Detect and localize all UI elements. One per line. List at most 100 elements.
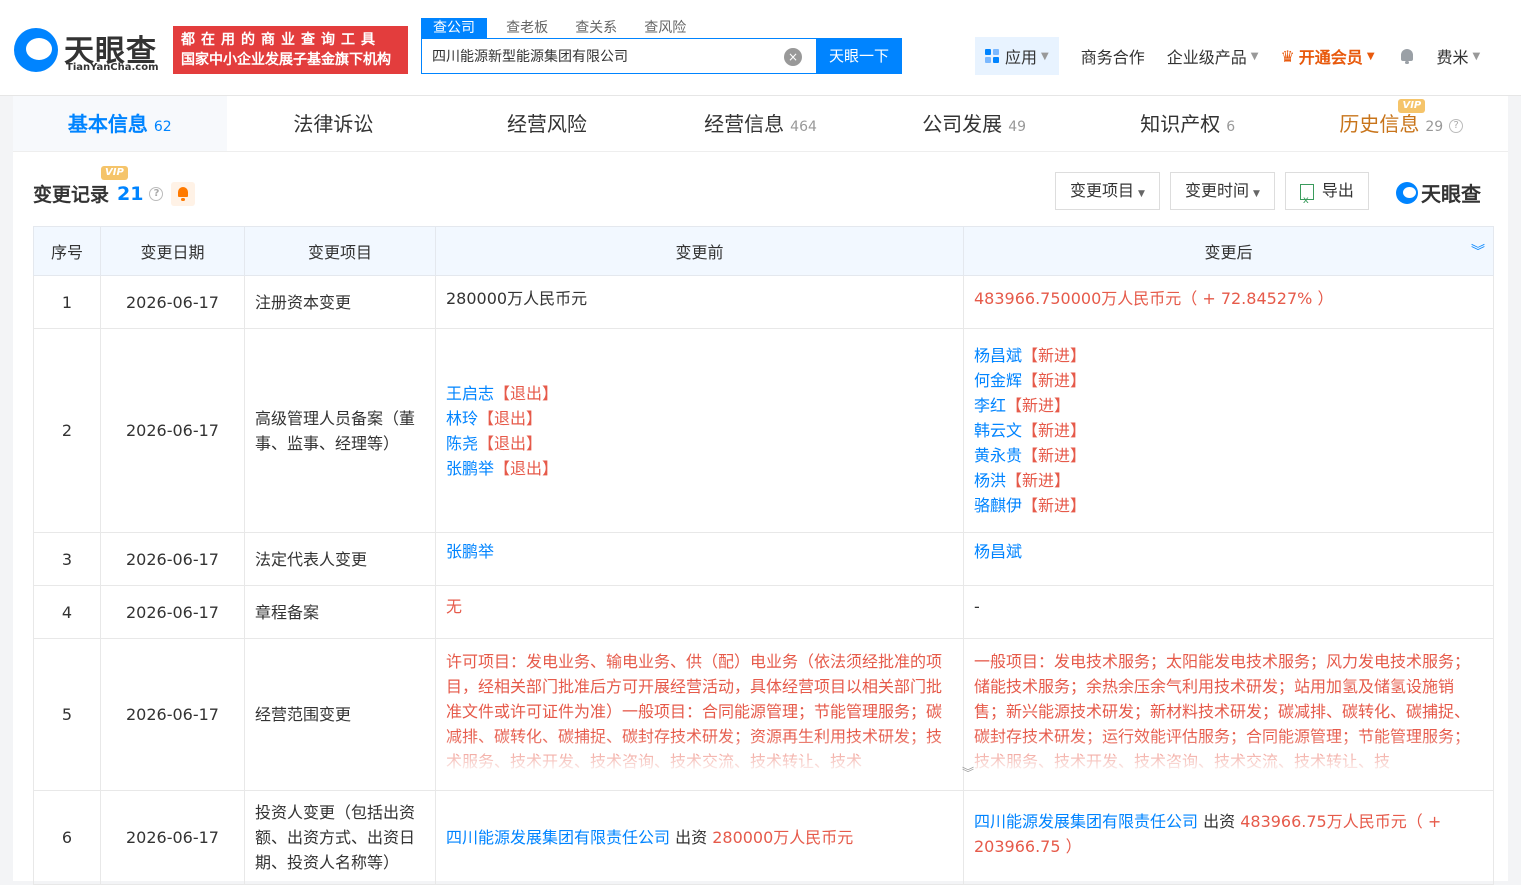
row-item: 注册资本变更 xyxy=(244,275,436,329)
person-entry: 陈尧【退出】 xyxy=(446,431,953,456)
person-link[interactable]: 王启志 xyxy=(446,384,494,403)
slogan-line-1: 都在用的商业查询工具 xyxy=(181,32,381,48)
row-no: 2 xyxy=(33,328,101,533)
tab-basic-info[interactable]: 基本信息 62 xyxy=(13,96,227,151)
user-menu[interactable]: 费米 ▼ xyxy=(1437,44,1481,68)
col-header-after-label: 变更后 xyxy=(1204,243,1253,262)
person-link[interactable]: 张鹏举 xyxy=(446,459,494,478)
person-entry: 骆麒伊【新进】 xyxy=(974,493,1483,518)
slogan-line-2: 国家中小企业发展子基金旗下机构 xyxy=(181,52,391,68)
table-row: 5 2026-06-17 经营范围变更 许可项目：发电业务、输电业务、供（配）电… xyxy=(33,638,1494,791)
export-label: 导出 xyxy=(1321,181,1354,200)
monitor-bell-icon[interactable] xyxy=(171,181,196,206)
tab-count: 29 xyxy=(1425,119,1444,135)
filter-label: 变更时间 xyxy=(1184,181,1249,200)
search-tab-boss[interactable]: 查老板 xyxy=(506,18,548,38)
enterprise-products-menu[interactable]: 企业级产品 ▼ xyxy=(1167,44,1259,68)
app-menu-label: 应用 xyxy=(1005,48,1038,67)
crown-icon: ♛ xyxy=(1280,46,1295,66)
business-cooperation-link[interactable]: 商务合作 xyxy=(1081,44,1145,68)
filter-label: 变更项目 xyxy=(1070,181,1135,200)
person-tag: 【新进】 xyxy=(1022,446,1087,465)
person-link[interactable]: 陈尧 xyxy=(446,434,478,453)
export-button[interactable]: 导出 xyxy=(1284,172,1369,219)
company-link[interactable]: 四川能源发展集团有限责任公司 xyxy=(974,812,1198,831)
company-link[interactable]: 四川能源发展集团有限责任公司 xyxy=(446,828,670,847)
expand-all-icon[interactable]: ︾ xyxy=(1471,241,1485,261)
expand-more-icon[interactable]: ︾ xyxy=(962,764,974,781)
logo-icon xyxy=(1396,181,1418,204)
search-tab-risk[interactable]: 查风险 xyxy=(644,18,686,38)
row-item: 投资人变更（包括出资额、出资方式、出资日期、投资人名称等） xyxy=(244,790,436,885)
tianyancha-logo[interactable]: 天眼查 TianYanCha.com xyxy=(14,26,164,76)
tab-operation-info[interactable]: 经营信息 464 xyxy=(654,96,868,151)
person-tag: 【退出】 xyxy=(494,458,559,478)
person-link[interactable]: 何金辉 xyxy=(974,371,1022,390)
person-link[interactable]: 杨洪 xyxy=(974,471,1006,490)
person-entry: 何金辉【新进】 xyxy=(974,368,1483,393)
scope-after-text: 一般项目：发电技术服务；太阳能发电技术服务；风力发电技术服务；储能技术服务；余热… xyxy=(974,649,1483,774)
search-tab-relation[interactable]: 查关系 xyxy=(575,18,617,38)
person-link[interactable]: 李红 xyxy=(974,396,1006,415)
person-link[interactable]: 林玲 xyxy=(446,409,478,428)
row-date: 2026-06-17 xyxy=(100,275,245,329)
person-entry: 王启志【退出】 xyxy=(446,381,953,406)
clear-icon[interactable]: × xyxy=(784,48,802,66)
vip-badge: VIP xyxy=(1398,99,1426,113)
row-before: 四川能源发展集团有限责任公司 出资 280000万人民币元 xyxy=(435,790,964,885)
person-entry: 林玲【退出】 xyxy=(446,406,953,431)
person-entry: 张鹏举【退出】 xyxy=(446,456,953,481)
person-link[interactable]: 韩云文 xyxy=(974,421,1022,440)
logo-subtitle: TianYanCha.com xyxy=(66,62,159,73)
row-no: 4 xyxy=(33,585,101,639)
search-tab-company[interactable]: 查公司 xyxy=(421,18,487,38)
person-tag: 【退出】 xyxy=(478,433,543,453)
chevron-down-icon: ▼ xyxy=(1041,50,1049,62)
help-icon[interactable]: ? xyxy=(1449,118,1464,133)
watermark-text: 天眼查 xyxy=(1421,182,1481,206)
row-date: 2026-06-17 xyxy=(100,585,245,639)
tab-label: 知识产权 xyxy=(1140,112,1221,136)
section-header: VIP 变更记录 21 ? xyxy=(33,166,196,207)
open-vip-label: 开通会员 xyxy=(1298,48,1363,67)
table-row: 4 2026-06-17 章程备案 无 - xyxy=(33,585,1494,639)
tab-label: 公司发展 xyxy=(922,112,1003,136)
row-no: 6 xyxy=(33,790,101,885)
filter-bar: 变更项目▼ 变更时间▼ 导出 xyxy=(1055,172,1379,219)
tab-history[interactable]: VIP 历史信息 29? xyxy=(1294,96,1508,151)
person-tag: 【新进】 xyxy=(1022,496,1087,515)
row-date: 2026-06-17 xyxy=(100,532,245,586)
change-item-filter[interactable]: 变更项目 ▼ xyxy=(1055,172,1160,210)
open-vip-menu[interactable]: ♛ 开通会员 ▼ xyxy=(1280,44,1374,68)
person-link[interactable]: 杨昌斌 xyxy=(974,346,1022,365)
chevron-down-icon: ▼ xyxy=(1250,50,1259,62)
person-entry: 黄永贵【新进】 xyxy=(974,443,1483,468)
table-header-row: 序号 变更日期 变更项目 变更前 变更后 ︾ xyxy=(33,226,1494,276)
tab-legal[interactable]: 法律诉讼 xyxy=(227,96,441,151)
help-icon[interactable]: ? xyxy=(149,186,164,201)
row-item: 经营范围变更 xyxy=(244,638,436,791)
row-no: 1 xyxy=(33,275,101,329)
row-after: 杨昌斌【新进】 何金辉【新进】 李红【新进】 韩云文【新进】 黄永贵【新进】 杨… xyxy=(963,328,1494,533)
invest-label: 出资 xyxy=(1198,812,1241,831)
row-after: 杨昌斌 xyxy=(963,532,1494,586)
tab-count: 62 xyxy=(153,119,172,135)
tab-ip[interactable]: 知识产权 6 xyxy=(1081,96,1295,151)
person-tag: 【新进】 xyxy=(1006,471,1071,490)
person-link[interactable]: 杨昌斌 xyxy=(974,542,1022,561)
row-after: - xyxy=(963,585,1494,639)
person-link[interactable]: 张鹏举 xyxy=(446,542,494,561)
tab-business-risk[interactable]: 经营风险 xyxy=(440,96,654,151)
col-header-after: 变更后 ︾ xyxy=(963,226,1494,276)
header-nav: 应用 ▼ 商务合作 企业级产品 ▼ ♛ 开通会员 ▼ 费米 ▼ xyxy=(975,37,1480,75)
search-input[interactable] xyxy=(422,39,782,73)
person-link[interactable]: 黄永贵 xyxy=(974,446,1022,465)
person-tag: 【新进】 xyxy=(1022,346,1087,365)
tab-development[interactable]: 公司发展 49 xyxy=(867,96,1081,151)
change-time-filter[interactable]: 变更时间 ▼ xyxy=(1169,172,1275,210)
notification-bell-icon[interactable] xyxy=(1399,47,1415,65)
search-button[interactable]: 天眼一下 xyxy=(816,38,902,74)
section-title: 变更记录 xyxy=(33,184,110,206)
person-link[interactable]: 骆麒伊 xyxy=(974,496,1022,515)
app-menu-button[interactable]: 应用 ▼ xyxy=(975,37,1059,75)
